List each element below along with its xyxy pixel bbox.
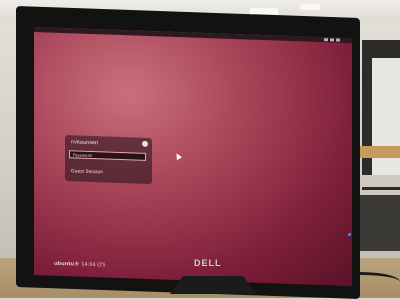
monitor-stand: [170, 276, 256, 294]
office-chair: [360, 195, 400, 251]
network-icon[interactable]: [324, 38, 328, 42]
login-box: nvkaunsen Password Guest Session: [65, 135, 152, 185]
power-icon[interactable]: [336, 38, 340, 42]
session-settings-icon[interactable]: [142, 140, 148, 147]
ceiling-light: [300, 4, 320, 10]
monitor-brand-logo: DELL: [194, 258, 222, 268]
system-tray: [324, 37, 340, 43]
sound-icon[interactable]: [330, 38, 334, 42]
password-field[interactable]: Password: [69, 150, 146, 161]
ubuntu-logo: ubuntu® 14.04 LTS: [54, 261, 105, 269]
ubuntu-logo-text: ubuntu®: [54, 260, 80, 268]
guest-session-option[interactable]: Guest Session: [71, 169, 103, 175]
mouse-pointer-icon: [173, 151, 183, 161]
username-label[interactable]: nvkaunsen: [71, 139, 98, 146]
monitor-screen: nvkaunsen Password Guest Session ubuntu®…: [34, 27, 352, 287]
doorway-opening: [372, 58, 400, 178]
power-led: [348, 233, 351, 236]
ubuntu-version: 14.04 LTS: [81, 261, 106, 269]
